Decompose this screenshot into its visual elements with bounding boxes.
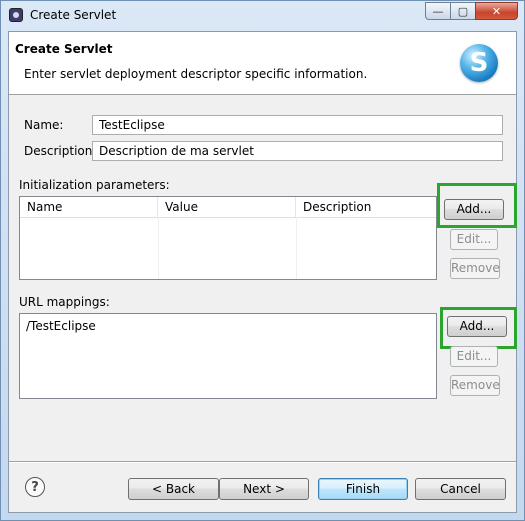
banner-description: Enter servlet deployment descriptor spec…: [24, 67, 368, 81]
help-icon[interactable]: ?: [25, 477, 45, 497]
next-button[interactable]: Next >: [219, 478, 309, 500]
init-params-remove-button[interactable]: Remove: [450, 258, 500, 279]
window-controls: — ▢ ✕: [425, 2, 518, 20]
column-header-name[interactable]: Name: [20, 197, 158, 217]
create-servlet-window: Create Servlet — ▢ ✕ Create Servlet Ente…: [0, 0, 525, 521]
column-divider: [296, 217, 297, 279]
url-mappings-label: URL mappings:: [19, 295, 110, 309]
name-label: Name:: [24, 118, 64, 132]
column-header-description[interactable]: Description: [296, 197, 436, 217]
title-bar[interactable]: Create Servlet — ▢ ✕: [1, 1, 524, 31]
servlet-logo-icon: S: [460, 44, 498, 82]
dialog-client-area: Create Servlet Enter servlet deployment …: [8, 31, 517, 513]
init-params-label: Initialization parameters:: [19, 178, 170, 192]
column-divider: [158, 217, 159, 279]
description-field[interactable]: [92, 141, 503, 161]
minimize-button[interactable]: —: [425, 2, 451, 20]
list-item[interactable]: /TestEclipse: [26, 319, 96, 333]
footer-separator: [9, 461, 516, 462]
name-field[interactable]: [92, 115, 503, 135]
wizard-banner: Create Servlet Enter servlet deployment …: [9, 32, 516, 95]
init-params-table[interactable]: Name Value Description: [19, 196, 437, 280]
url-mappings-add-button[interactable]: Add...: [447, 316, 507, 337]
close-button[interactable]: ✕: [475, 2, 518, 20]
back-button[interactable]: < Back: [128, 478, 219, 500]
window-title: Create Servlet: [30, 8, 117, 22]
init-params-edit-button[interactable]: Edit...: [450, 229, 498, 250]
cancel-button[interactable]: Cancel: [415, 478, 506, 500]
description-label: Description:: [24, 144, 97, 158]
column-header-value[interactable]: Value: [158, 197, 296, 217]
init-params-add-button[interactable]: Add...: [444, 199, 504, 220]
url-mappings-edit-button[interactable]: Edit...: [450, 346, 498, 367]
init-params-table-header: Name Value Description: [20, 197, 436, 218]
url-mappings-list[interactable]: /TestEclipse: [19, 313, 437, 399]
url-mappings-remove-button[interactable]: Remove: [450, 375, 500, 396]
finish-button[interactable]: Finish: [318, 478, 408, 500]
maximize-button[interactable]: ▢: [450, 2, 476, 20]
eclipse-app-icon: [9, 8, 23, 22]
banner-title: Create Servlet: [15, 42, 113, 56]
